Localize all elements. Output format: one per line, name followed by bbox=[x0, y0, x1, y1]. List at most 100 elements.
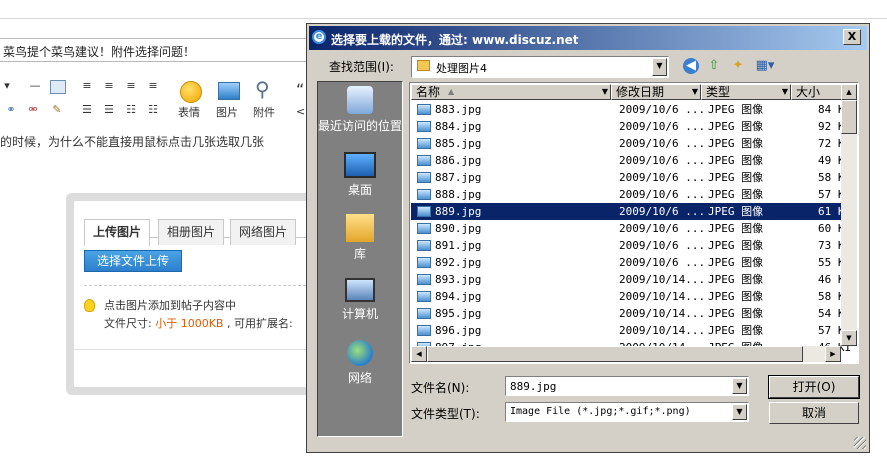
file-row[interactable]: 883.jpg 2009/10/6 ... JPEG 图像 84 KI bbox=[411, 101, 851, 118]
file-type: JPEG 图像 bbox=[708, 290, 764, 303]
up-folder-icon[interactable]: ⇧ bbox=[705, 57, 723, 75]
jpeg-file-icon bbox=[417, 291, 431, 302]
jpeg-file-icon bbox=[417, 274, 431, 285]
file-date: 2009/10/14... bbox=[619, 290, 706, 303]
file-row[interactable]: 889.jpg 2009/10/6 ... JPEG 图像 61 KI bbox=[411, 203, 851, 220]
tab-web-image[interactable]: 网络图片 bbox=[230, 219, 297, 245]
back-icon[interactable]: ◀ bbox=[683, 58, 699, 74]
place-desktop[interactable]: 桌面 bbox=[318, 152, 402, 198]
column-header-date[interactable]: 修改日期 ▼ bbox=[611, 84, 701, 100]
resize-grip-icon[interactable] bbox=[854, 437, 866, 449]
jpeg-file-icon bbox=[417, 104, 431, 115]
horizontal-scrollbar[interactable]: ◀ ▶ bbox=[411, 346, 841, 362]
tab-upload-image[interactable]: 上传图片 bbox=[84, 219, 151, 246]
unordered-list-icon[interactable]: ☷ bbox=[146, 104, 160, 116]
jpeg-file-icon bbox=[417, 189, 431, 200]
view-menu-icon[interactable]: ▦▾ bbox=[753, 57, 777, 75]
column-filter-icon[interactable]: ▼ bbox=[782, 85, 788, 99]
scroll-right-icon[interactable]: ▶ bbox=[825, 346, 841, 362]
file-row[interactable]: 896.jpg 2009/10/14... JPEG 图像 57 KI bbox=[411, 322, 851, 339]
file-type: JPEG 图像 bbox=[708, 324, 764, 337]
align-justify-icon[interactable]: ≡ bbox=[146, 80, 160, 92]
file-name: 883.jpg bbox=[435, 103, 482, 116]
tab-album-image[interactable]: 相册图片 bbox=[158, 219, 225, 245]
font-size-dropdown-icon[interactable]: ▾ bbox=[0, 80, 14, 92]
link-icon[interactable]: ⚭ bbox=[4, 104, 18, 116]
scroll-down-icon[interactable]: ▼ bbox=[841, 330, 857, 346]
dialog-titlebar[interactable]: e 选择要上载的文件，通过: www.discuz.net X bbox=[309, 26, 867, 50]
file-row[interactable]: 894.jpg 2009/10/14... JPEG 图像 58 KI bbox=[411, 288, 851, 305]
float-left-icon[interactable]: ☰ bbox=[80, 104, 94, 116]
column-header-name[interactable]: 名称 ▲ ▼ bbox=[411, 84, 611, 100]
file-row[interactable]: 884.jpg 2009/10/6 ... JPEG 图像 92 KI bbox=[411, 118, 851, 135]
scroll-thumb[interactable] bbox=[427, 346, 803, 362]
scroll-left-icon[interactable]: ◀ bbox=[411, 346, 427, 362]
place-computer[interactable]: 计算机 bbox=[318, 278, 402, 322]
align-center-icon[interactable]: ≡ bbox=[102, 80, 116, 92]
file-list[interactable]: 名称 ▲ ▼ 修改日期 ▼ 类型 ▼ 大小 883.jpg 2009/10/6 ... JP… bbox=[409, 82, 859, 364]
column-header-type[interactable]: 类型 ▼ bbox=[701, 84, 791, 100]
jpeg-file-icon bbox=[417, 325, 431, 336]
column-date-label: 修改日期 bbox=[616, 85, 665, 99]
close-button[interactable]: X bbox=[843, 29, 861, 45]
quote-icon[interactable]: “ bbox=[296, 80, 304, 99]
emoji-label: 表情 bbox=[178, 106, 200, 119]
page-top-rule bbox=[0, 18, 887, 19]
place-network[interactable]: 网络 bbox=[318, 340, 402, 386]
file-row[interactable]: 888.jpg 2009/10/6 ... JPEG 图像 57 KI bbox=[411, 186, 851, 203]
float-right-icon[interactable]: ☰ bbox=[102, 104, 116, 116]
chevron-down-icon[interactable]: ▼ bbox=[732, 404, 747, 420]
file-row[interactable]: 890.jpg 2009/10/6 ... JPEG 图像 60 KI bbox=[411, 220, 851, 237]
horizontal-rule-icon[interactable]: — bbox=[28, 80, 42, 92]
place-recent-label: 最近访问的位置 bbox=[318, 119, 403, 133]
file-row[interactable]: 892.jpg 2009/10/6 ... JPEG 图像 55 KI bbox=[411, 254, 851, 271]
file-row[interactable]: 887.jpg 2009/10/6 ... JPEG 图像 58 KI bbox=[411, 169, 851, 186]
unlink-icon[interactable]: ⚮ bbox=[26, 104, 40, 116]
ordered-list-icon[interactable]: ☷ bbox=[124, 104, 138, 116]
file-row[interactable]: 886.jpg 2009/10/6 ... JPEG 图像 49 KI bbox=[411, 152, 851, 169]
chevron-down-icon[interactable]: ▼ bbox=[732, 378, 747, 394]
image-icon[interactable] bbox=[218, 82, 240, 100]
file-date: 2009/10/14... bbox=[619, 307, 706, 320]
file-row[interactable]: 885.jpg 2009/10/6 ... JPEG 图像 72 KI bbox=[411, 135, 851, 152]
file-row[interactable]: 893.jpg 2009/10/14... JPEG 图像 46 KI bbox=[411, 271, 851, 288]
look-in-value: 处理图片4 bbox=[436, 62, 487, 75]
file-date: 2009/10/6 ... bbox=[619, 188, 706, 201]
places-bar: 最近访问的位置 桌面 库 计算机 网络 bbox=[317, 81, 403, 437]
column-filter-icon[interactable]: ▼ bbox=[602, 85, 608, 99]
align-left-icon[interactable]: ≡ bbox=[80, 80, 94, 92]
look-in-dropdown[interactable]: 处理图片4 ▼ bbox=[411, 56, 669, 78]
hint-size-prefix: 文件尺寸: bbox=[104, 317, 156, 330]
open-button[interactable]: 打开(O) bbox=[768, 375, 860, 399]
column-filter-icon[interactable]: ▼ bbox=[692, 85, 698, 99]
attachment-icon[interactable]: ⚲ bbox=[255, 79, 270, 99]
select-file-upload-button[interactable]: 选择文件上传 bbox=[84, 250, 182, 272]
jpeg-file-icon bbox=[417, 172, 431, 183]
scroll-thumb[interactable] bbox=[841, 100, 857, 134]
chevron-down-icon[interactable]: ▼ bbox=[652, 58, 667, 76]
filename-input[interactable]: 889.jpg ▼ bbox=[505, 376, 749, 396]
column-header-size[interactable]: 大小 bbox=[791, 84, 843, 100]
scroll-up-icon[interactable]: ▲ bbox=[841, 84, 857, 100]
file-row[interactable]: 891.jpg 2009/10/6 ... JPEG 图像 73 KI bbox=[411, 237, 851, 254]
emoji-icon[interactable] bbox=[180, 81, 202, 103]
column-name-label: 名称 bbox=[416, 85, 441, 99]
jpeg-file-icon bbox=[417, 121, 431, 132]
file-type: JPEG 图像 bbox=[708, 120, 764, 133]
table-icon[interactable] bbox=[50, 80, 66, 94]
file-open-dialog: e 选择要上载的文件，通过: www.discuz.net X 查找范围(I):… bbox=[306, 23, 870, 453]
editor-toolbar: ▾ — ≡ ≡ ≡ ≡ ⚭ ⚮ ✎ ☰ ☰ ☷ ☷ 表情 图片 ⚲ 附件 “ <… bbox=[0, 72, 320, 124]
file-row[interactable]: 895.jpg 2009/10/14... JPEG 图像 54 KI bbox=[411, 305, 851, 322]
brush-icon[interactable]: ✎ bbox=[50, 104, 64, 116]
subject-input[interactable]: 菜鸟提个菜鸟建议！附件选择问题！ bbox=[0, 38, 318, 62]
filetype-dropdown[interactable]: Image File (*.jpg;*.gif;*.png) ▼ bbox=[505, 402, 749, 422]
cancel-button[interactable]: 取消 bbox=[769, 402, 859, 424]
place-recent[interactable]: 最近访问的位置 bbox=[318, 86, 402, 134]
filetype-value: Image File (*.jpg;*.gif;*.png) bbox=[510, 406, 691, 417]
ie-icon: e bbox=[312, 30, 326, 44]
place-library[interactable]: 库 bbox=[318, 214, 402, 262]
align-right-icon[interactable]: ≡ bbox=[124, 80, 138, 92]
vertical-scrollbar[interactable]: ▲ ▼ bbox=[841, 84, 857, 346]
new-folder-icon[interactable]: ✦ bbox=[729, 57, 747, 75]
jpeg-file-icon bbox=[417, 257, 431, 268]
